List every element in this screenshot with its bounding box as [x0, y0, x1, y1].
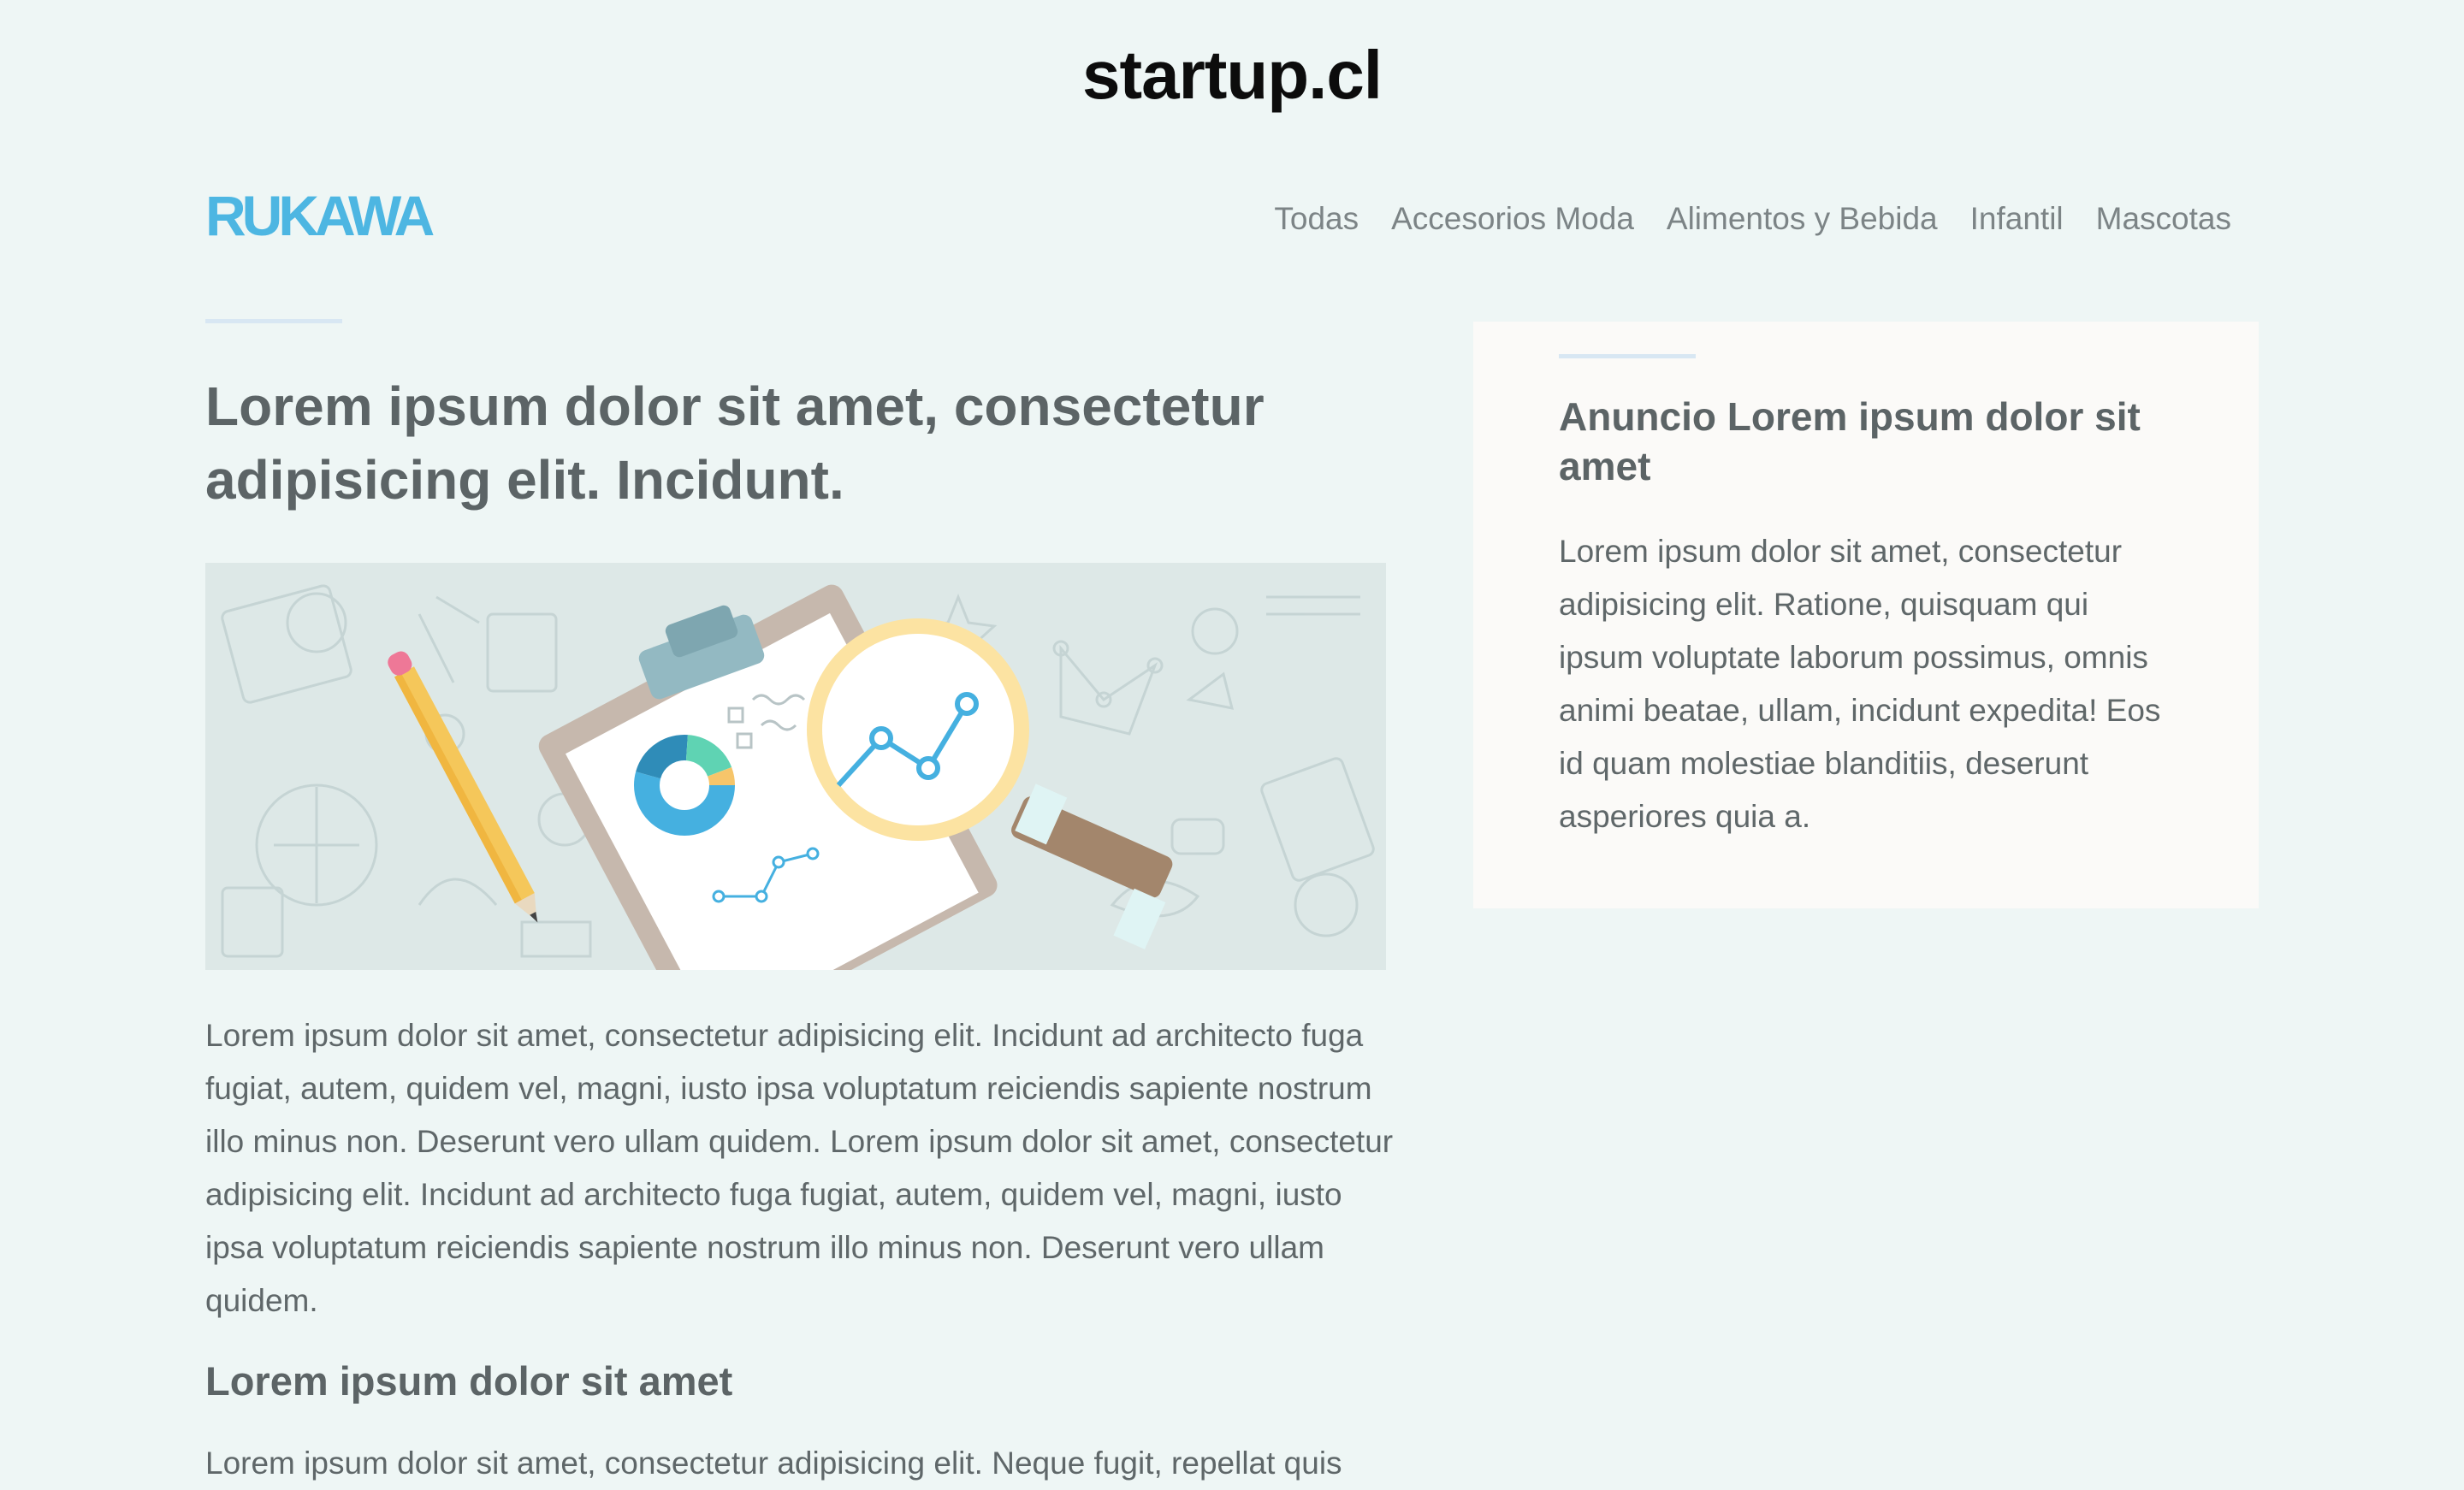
nav-item-alimentos-y-bebida[interactable]: Alimentos y Bebida — [1667, 195, 1938, 243]
article-accent-rule — [205, 319, 342, 323]
nav-item-accesorios-moda[interactable]: Accesorios Moda — [1391, 195, 1634, 243]
ad-title: Anuncio Lorem ipsum dolor sit amet — [1559, 394, 2141, 488]
sidebar-accent-rule — [1559, 354, 1696, 358]
main-nav: Todas Accesorios Moda Alimentos y Bebida… — [1274, 195, 2231, 243]
nav-item-todas[interactable]: Todas — [1274, 195, 1359, 243]
article-subheading: Lorem ipsum dolor sit amet — [205, 1358, 733, 1404]
logo[interactable]: RUKAWA — [205, 181, 435, 250]
hero-image — [205, 563, 1386, 970]
ad-text: Lorem ipsum dolor sit amet, consectetur … — [1559, 534, 2161, 834]
nav-item-infantil[interactable]: Infantil — [1970, 195, 2064, 243]
site-name: startup.cl — [1081, 37, 1383, 113]
article-paragraph-2: Lorem ipsum dolor sit amet, consectetur … — [205, 1446, 1342, 1481]
nav-item-mascotas[interactable]: Mascotas — [2096, 195, 2231, 243]
article-paragraph: Lorem ipsum dolor sit amet, consectetur … — [205, 1018, 1394, 1318]
article-title: Lorem ipsum dolor sit amet, consectetur … — [205, 375, 1265, 511]
sidebar-ad: Anuncio Lorem ipsum dolor sit amet Lorem… — [1473, 322, 2259, 908]
